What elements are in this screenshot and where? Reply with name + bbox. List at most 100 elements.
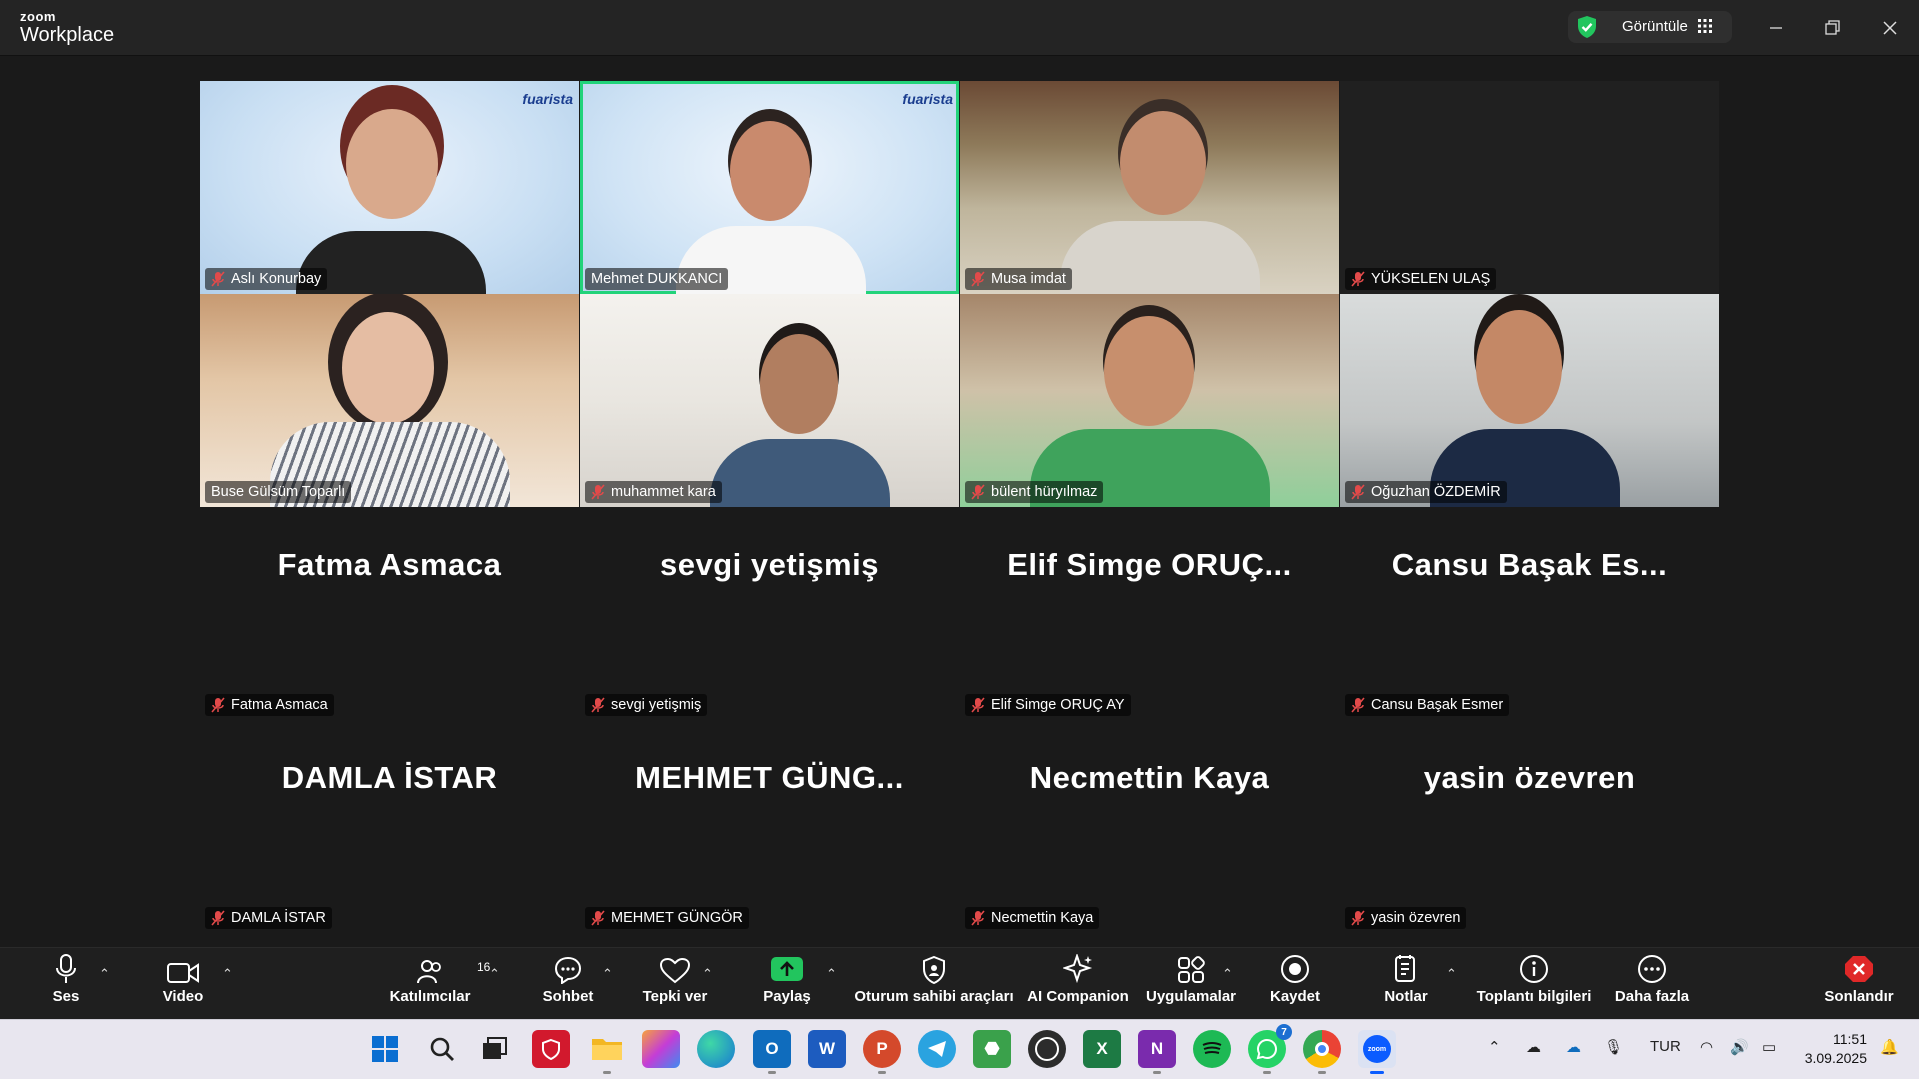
heart-icon <box>660 948 690 988</box>
audio-button[interactable]: Ses <box>46 948 86 1020</box>
chrome-icon[interactable] <box>1303 1030 1341 1074</box>
fuarista-logo: fuarista <box>902 91 953 107</box>
mic-muted-icon <box>1351 271 1365 287</box>
record-icon <box>1280 948 1310 988</box>
record-button[interactable]: Kaydet <box>1270 948 1320 1020</box>
video-options-caret-icon[interactable]: ⌃ <box>222 966 233 982</box>
brand-small: zoom <box>20 9 56 24</box>
notifications-bell-icon[interactable]: 🔔 <box>1880 1038 1899 1056</box>
outlook-icon[interactable]: O <box>753 1030 791 1074</box>
copilot-icon[interactable] <box>642 1030 680 1068</box>
name-tag: MEHMET GÜNGÖR <box>585 907 749 929</box>
participants-options-caret-icon[interactable]: ⌃ <box>489 966 500 982</box>
powerpoint-icon[interactable]: P <box>863 1030 901 1074</box>
video-tile[interactable]: fuarista Aslı Konurbay <box>200 81 579 294</box>
android-icon[interactable]: ⬣ <box>973 1030 1011 1068</box>
chat-options-caret-icon[interactable]: ⌃ <box>602 966 613 982</box>
shield-check-icon <box>1576 15 1598 43</box>
chat-icon <box>554 948 582 988</box>
task-view-icon[interactable] <box>476 1030 514 1068</box>
name-tile[interactable]: DAMLA İSTAR DAMLA İSTAR <box>200 720 579 933</box>
video-tile-active-speaker[interactable]: fuarista Mehmet DUKKANCI <box>580 81 959 294</box>
cloud-icon[interactable]: ☁ <box>1526 1038 1541 1056</box>
more-button[interactable]: Daha fazla <box>1614 948 1690 1020</box>
participants-button[interactable]: 16 Katılımcılar <box>390 948 490 1020</box>
name-tile[interactable]: Cansu Başak Es... Cansu Başak Esmer <box>1340 507 1719 720</box>
spotify-icon[interactable] <box>1193 1030 1231 1068</box>
name-tile[interactable]: Elif Simge ORUÇ... Elif Simge ORUÇ AY <box>960 507 1339 720</box>
edge-icon[interactable] <box>697 1030 735 1068</box>
notes-options-caret-icon[interactable]: ⌃ <box>1446 966 1457 982</box>
clock-time: 11:51 <box>1833 1031 1867 1047</box>
name-tag: YÜKSELEN ULAŞ <box>1345 268 1497 290</box>
video-tile[interactable]: bülent hüryılmaz <box>960 294 1339 507</box>
share-options-caret-icon[interactable]: ⌃ <box>826 966 837 982</box>
video-tile[interactable]: Oğuzhan ÖZDEMİR <box>1340 294 1719 507</box>
name-tile[interactable]: sevgi yetişmiş sevgi yetişmiş <box>580 507 959 720</box>
video-tile[interactable]: Buse Gülsüm Toparlı <box>200 294 579 507</box>
clock-date: 3.09.2025 <box>1804 1050 1867 1066</box>
end-meeting-button[interactable]: Sonlandır <box>1822 948 1896 1020</box>
share-button[interactable]: Paylaş <box>762 948 812 1020</box>
close-icon[interactable] <box>1876 14 1904 42</box>
name-tile[interactable]: yasin özevren yasin özevren <box>1340 720 1719 933</box>
search-icon[interactable] <box>423 1030 461 1068</box>
chevron-up-icon[interactable]: ⌃ <box>1488 1038 1501 1056</box>
video-tile[interactable]: Musa imdat <box>960 81 1339 294</box>
react-options-caret-icon[interactable]: ⌃ <box>702 966 713 982</box>
clock[interactable]: 11:51 3.09.2025 <box>1805 1030 1867 1068</box>
ai-companion-button[interactable]: AI Companion <box>1027 948 1129 1020</box>
share-screen-icon <box>770 948 804 988</box>
name-tag: Fatma Asmaca <box>205 694 334 716</box>
brand-large: Workplace <box>20 24 115 46</box>
participant-display-name: Elif Simge ORUÇ... <box>1007 547 1292 582</box>
restore-icon[interactable] <box>1819 14 1847 42</box>
volume-icon[interactable]: 🔊 <box>1730 1038 1749 1056</box>
view-button[interactable]: Görüntüle <box>1568 11 1732 43</box>
participant-display-name: Necmettin Kaya <box>1029 760 1270 795</box>
apps-button[interactable]: Uygulamalar <box>1146 948 1236 1020</box>
name-tag: DAMLA İSTAR <box>205 907 332 929</box>
participant-display-name: Fatma Asmaca <box>277 547 502 582</box>
vpn-icon[interactable] <box>532 1030 570 1068</box>
video-button[interactable]: Video <box>158 948 208 1020</box>
onenote-icon[interactable]: N <box>1138 1030 1176 1074</box>
name-tile[interactable]: Fatma Asmaca Fatma Asmaca <box>200 507 579 720</box>
title-bar: zoom Workplace Görüntüle <box>0 0 1919 56</box>
wifi-icon[interactable]: ◠ <box>1700 1038 1713 1056</box>
name-tag: sevgi yetişmiş <box>585 694 708 716</box>
video-tile[interactable]: muhammet kara <box>580 294 959 507</box>
battery-icon[interactable]: ▭ <box>1762 1038 1776 1056</box>
meeting-info-button[interactable]: Toplantı bilgileri <box>1477 948 1591 1020</box>
name-tile[interactable]: MEHMET GÜNG... MEHMET GÜNGÖR <box>580 720 959 933</box>
participants-icon: 16 <box>417 948 490 988</box>
apps-options-caret-icon[interactable]: ⌃ <box>1222 966 1233 982</box>
name-tile[interactable]: Necmettin Kaya Necmettin Kaya <box>960 720 1339 933</box>
chat-button[interactable]: Sohbet <box>538 948 598 1020</box>
participant-face <box>730 121 810 221</box>
react-button[interactable]: Tepki ver <box>640 948 710 1020</box>
file-explorer-icon[interactable] <box>588 1030 626 1074</box>
onedrive-icon[interactable]: ☁ <box>1566 1038 1581 1056</box>
participant-face <box>342 312 434 424</box>
video-tile-camera-off[interactable]: YÜKSELEN ULAŞ <box>1340 81 1719 294</box>
language-indicator[interactable]: TUR <box>1650 1038 1681 1055</box>
notes-button[interactable]: Notlar <box>1384 948 1428 1020</box>
host-tools-button[interactable]: Oturum sahibi araçları <box>854 948 1014 1020</box>
word-icon[interactable]: W <box>808 1030 846 1068</box>
mic-muted-icon <box>591 484 605 500</box>
minimize-icon[interactable] <box>1762 14 1790 42</box>
camera-icon <box>167 948 199 988</box>
excel-icon[interactable]: X <box>1083 1030 1121 1068</box>
telegram-icon[interactable] <box>918 1030 956 1068</box>
zoom-icon[interactable]: zoom <box>1358 1030 1396 1074</box>
obs-icon[interactable] <box>1028 1030 1066 1068</box>
audio-options-caret-icon[interactable]: ⌃ <box>99 966 110 982</box>
mic-muted-icon <box>971 484 985 500</box>
participant-display-name: MEHMET GÜNG... <box>635 760 904 795</box>
whatsapp-icon[interactable]: 7 <box>1248 1024 1292 1074</box>
participant-body <box>710 439 890 507</box>
start-icon[interactable] <box>366 1030 404 1068</box>
mic-muted-icon <box>971 697 985 713</box>
speech-icon[interactable]: 🎙 <box>1604 1038 1623 1056</box>
